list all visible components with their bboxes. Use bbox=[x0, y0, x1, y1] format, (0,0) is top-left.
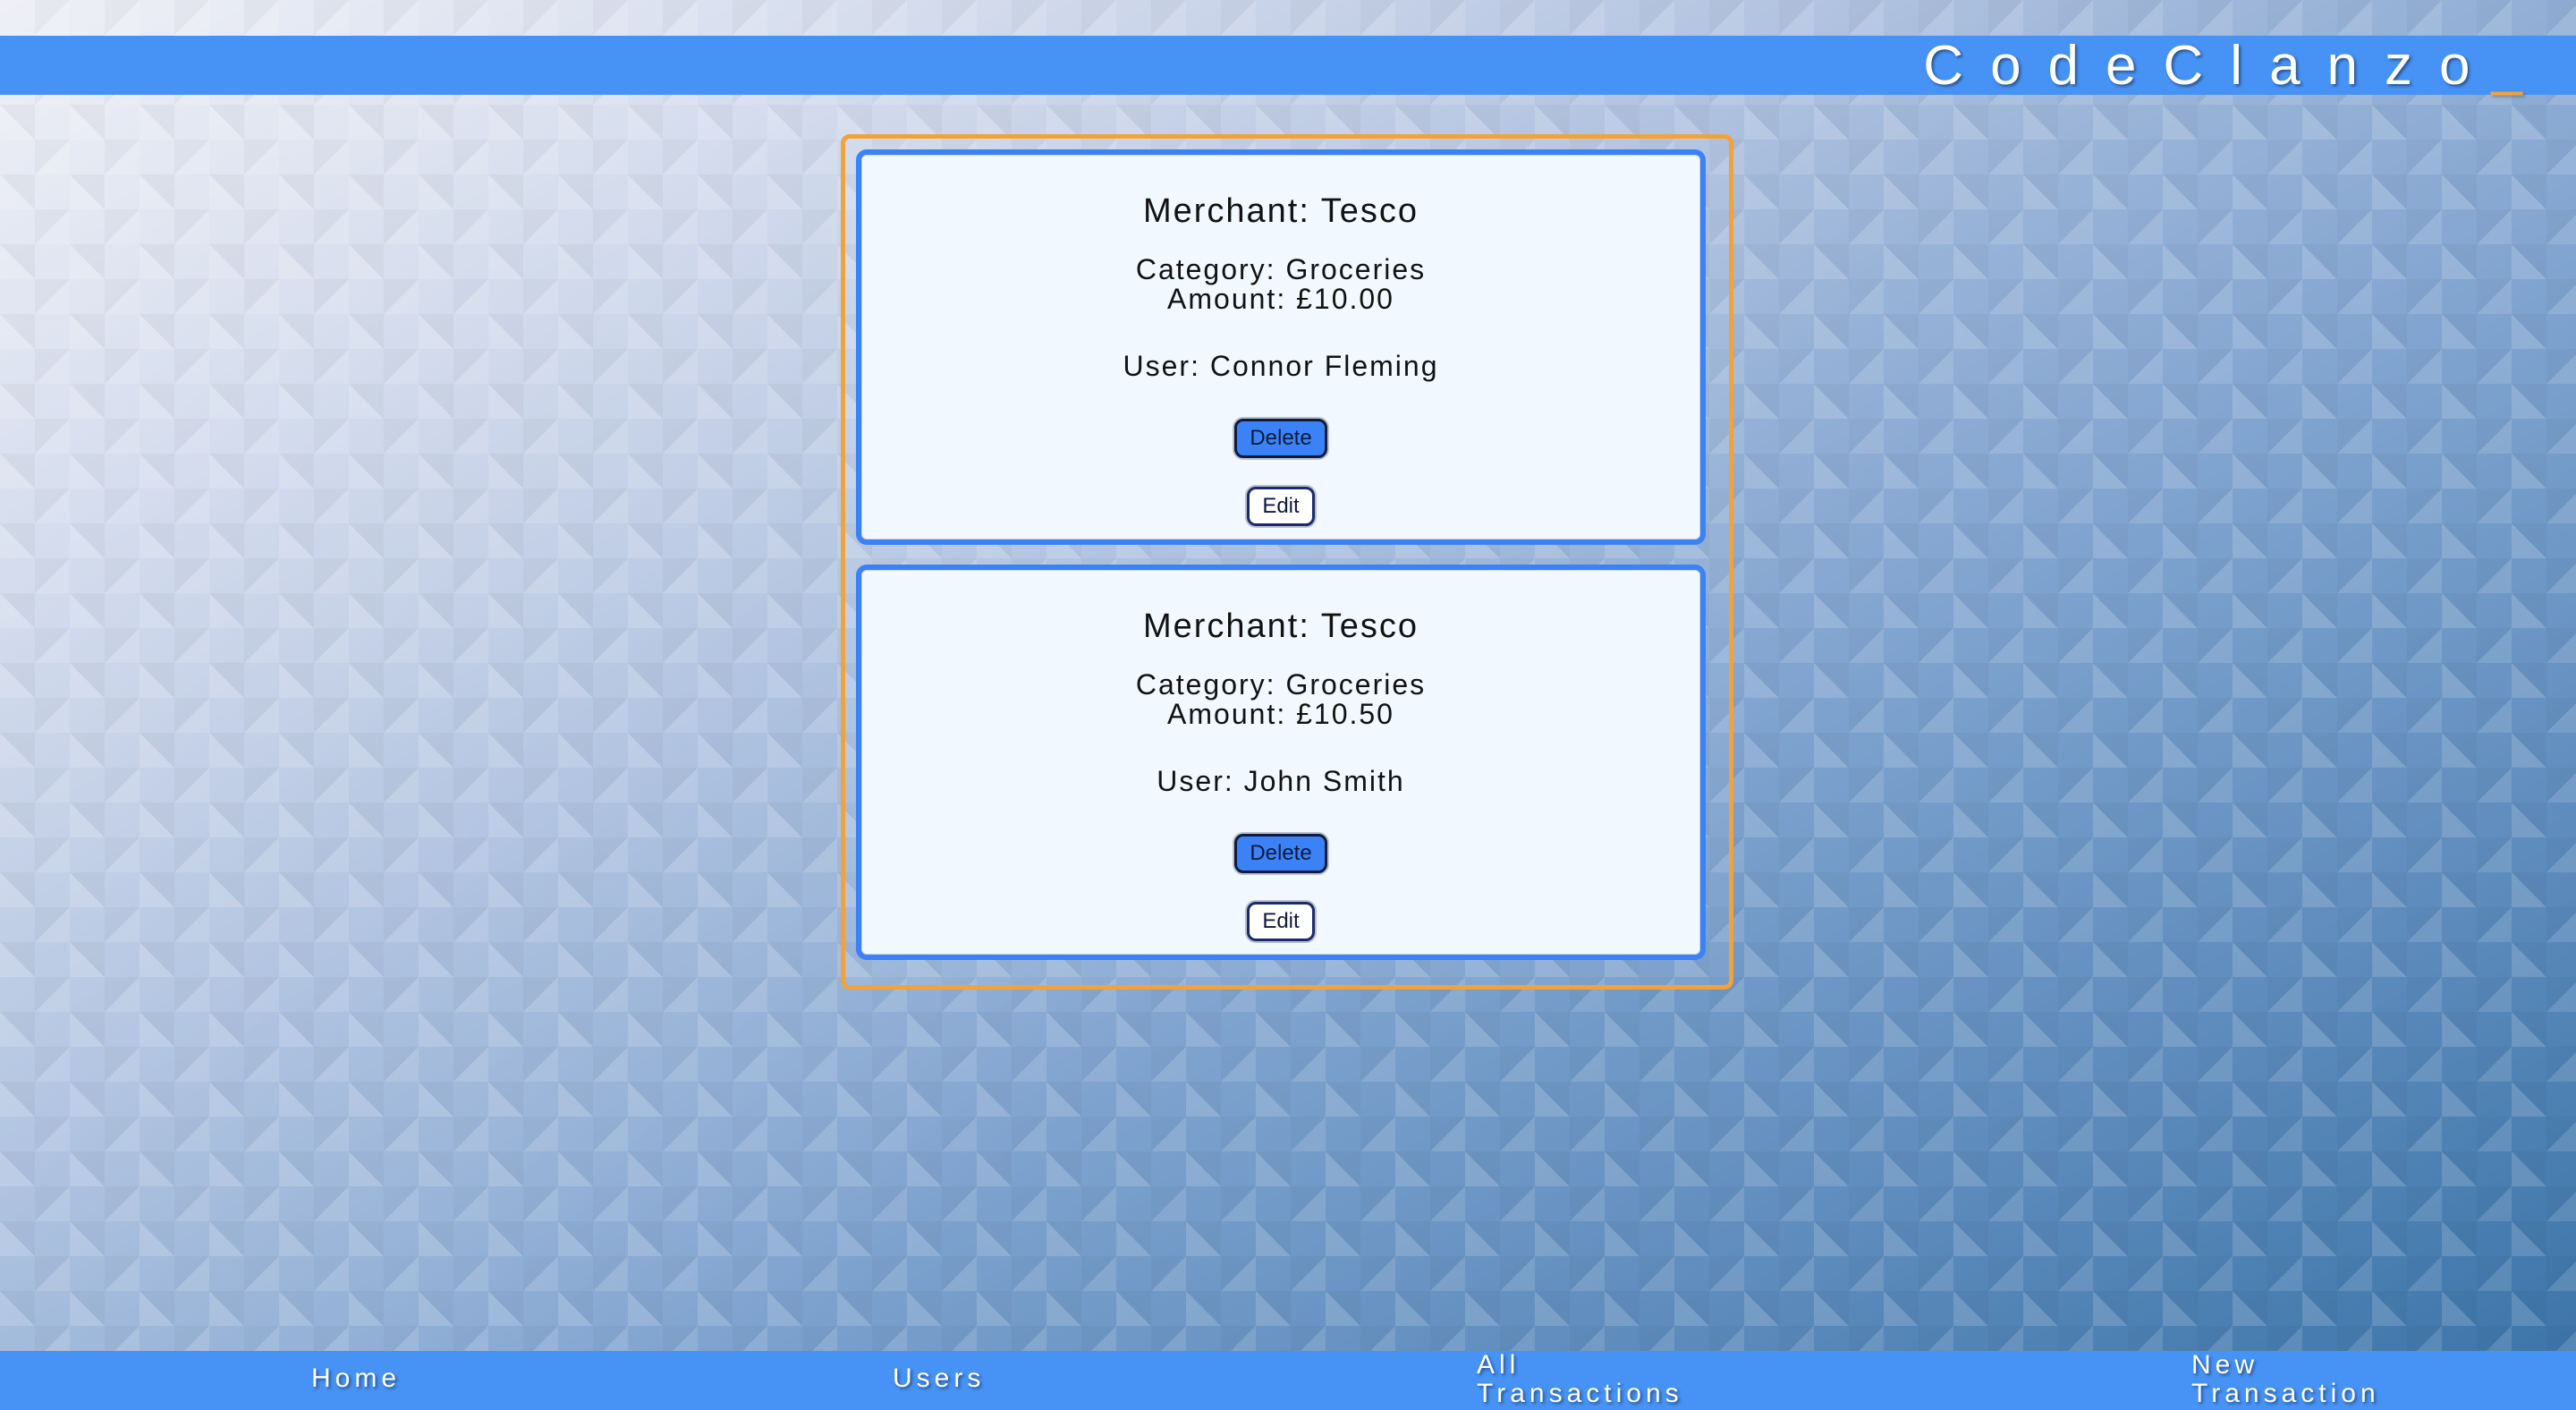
merchant-line: Merchant: Tesco bbox=[1142, 607, 1419, 645]
edit-button[interactable]: Edit bbox=[1247, 902, 1315, 941]
nav-new-transaction-line2: Transaction bbox=[2191, 1379, 2380, 1408]
nav-all-transactions-line1: All bbox=[1477, 1350, 1521, 1380]
nav-home[interactable]: Home bbox=[311, 1364, 401, 1393]
user-line: User: Connor Fleming bbox=[1123, 350, 1439, 382]
brand-logo[interactable]: CodeClanzo _ bbox=[1923, 34, 2549, 98]
category-line: Category: Groceries bbox=[1135, 253, 1427, 285]
nav-new-transaction[interactable]: New Transaction bbox=[2191, 1351, 2442, 1408]
brand-text: CodeClanzo bbox=[1923, 34, 2497, 97]
nav-new-transaction-line1: New bbox=[2191, 1350, 2259, 1380]
delete-row: Delete bbox=[861, 834, 1700, 873]
nav-users-label: Users bbox=[893, 1363, 986, 1393]
delete-button[interactable]: Delete bbox=[1234, 419, 1327, 458]
delete-button[interactable]: Delete bbox=[1234, 834, 1327, 873]
transactions-panel: Merchant: Tesco Category: Groceries Amou… bbox=[841, 134, 1733, 990]
nav-users[interactable]: Users bbox=[893, 1364, 985, 1393]
nav-all-transactions[interactable]: All Transactions bbox=[1477, 1351, 1727, 1408]
top-bar: CodeClanzo _ bbox=[0, 34, 2576, 98]
user-line: User: John Smith bbox=[1157, 765, 1405, 797]
merchant-line: Merchant: Tesco bbox=[1142, 192, 1419, 230]
edit-row: Edit bbox=[861, 902, 1700, 941]
amount-line: Amount: £10.00 bbox=[1167, 283, 1394, 315]
edit-button[interactable]: Edit bbox=[1247, 487, 1315, 526]
transaction-details: Category: Groceries Amount: £10.50 bbox=[861, 670, 1700, 729]
edit-row: Edit bbox=[861, 487, 1700, 526]
category-line: Category: Groceries bbox=[1135, 668, 1427, 701]
nav-home-label: Home bbox=[311, 1363, 402, 1393]
brand-cursor: _ bbox=[2491, 34, 2549, 97]
nav-all-transactions-line2: Transactions bbox=[1477, 1379, 1683, 1408]
transaction-card: Merchant: Tesco Category: Groceries Amou… bbox=[856, 149, 1706, 545]
amount-line: Amount: £10.50 bbox=[1167, 698, 1394, 730]
transaction-card: Merchant: Tesco Category: Groceries Amou… bbox=[856, 565, 1706, 960]
transaction-details: Category: Groceries Amount: £10.00 bbox=[861, 255, 1700, 314]
bottom-navigation: Home Users All Transactions New Transact… bbox=[0, 1351, 2576, 1410]
delete-row: Delete bbox=[861, 419, 1700, 458]
